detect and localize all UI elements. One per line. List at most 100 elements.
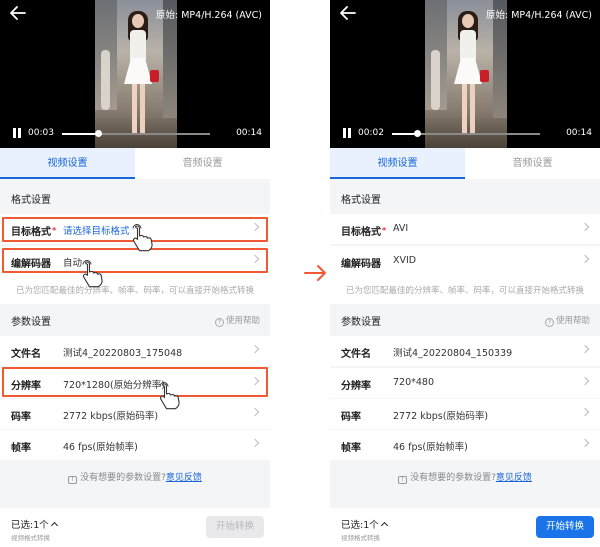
- resolution-value: 720*480: [393, 377, 435, 388]
- param-section-header: 参数设置 ? 使用帮助: [330, 304, 600, 334]
- tap-hand-icon: [132, 224, 153, 252]
- feedback-row: ! 没有想要的参数设置?意见反馈: [330, 463, 600, 493]
- video-player[interactable]: 原始: MP4/H.264 (AVC) 00:02 00:14: [330, 0, 600, 148]
- auto-match-hint: 已为您匹配最佳的分辨率、帧率、码率，可以直接开始格式转换: [0, 276, 270, 306]
- back-arrow-icon[interactable]: [340, 6, 356, 20]
- video-player[interactable]: 原始: MP4/H.264 (AVC) 00:03 00:14: [0, 0, 270, 148]
- codec-value: XVID: [393, 255, 417, 266]
- phone-after: 原始: MP4/H.264 (AVC) 00:02 00:14 视频设置 音频设…: [330, 0, 600, 547]
- row-label: 帧率: [11, 443, 31, 454]
- tap-hand-icon: [159, 382, 180, 410]
- bitrate-row[interactable]: 码率 2772 kbps(原始码率): [0, 399, 270, 429]
- target-format-row[interactable]: 目标格式* AVI: [330, 214, 600, 244]
- filename-row[interactable]: 文件名 测试4_20220804_150339: [330, 336, 600, 366]
- chevron-right-icon: [250, 438, 260, 448]
- chevron-right-icon: [580, 222, 590, 232]
- help-link[interactable]: ? 使用帮助: [544, 314, 590, 327]
- filename-value: 测试4_20220804_150339: [393, 348, 513, 359]
- chevron-right-icon: [580, 254, 590, 264]
- auto-match-hint: 已为您匹配最佳的分辨率、帧率、码率，可以直接开始格式转换: [330, 276, 600, 306]
- row-label: 文件名: [11, 349, 41, 360]
- required-mark: *: [382, 226, 387, 235]
- highlight-box: [2, 367, 268, 397]
- codec-row[interactable]: 编解码器 XVID: [330, 246, 600, 276]
- settings-tabs: 视频设置 音频设置: [330, 148, 600, 179]
- framerate-value: 46 fps(原始帧率): [63, 442, 138, 453]
- framerate-row[interactable]: 帧率 46 fps(原始帧率): [330, 430, 600, 460]
- help-link[interactable]: ? 使用帮助: [214, 314, 260, 327]
- chevron-right-icon: [250, 407, 260, 417]
- phone-before: 原始: MP4/H.264 (AVC) 00:03 00:14 视频设置 音频设…: [0, 0, 270, 547]
- total-time: 00:14: [566, 128, 592, 138]
- resolution-row[interactable]: 分辨率 720*480: [330, 368, 600, 398]
- tab-audio-settings[interactable]: 音频设置: [135, 148, 270, 179]
- section-title: 格式设置: [341, 195, 381, 206]
- selected-count[interactable]: 已选:1个: [11, 517, 58, 531]
- source-format-label: 原始: MP4/H.264 (AVC): [156, 10, 262, 21]
- feedback-row: ! 没有想要的参数设置?意见反馈: [0, 463, 270, 493]
- settings-tabs: 视频设置 音频设置: [0, 148, 270, 179]
- current-time: 00:02: [358, 128, 384, 138]
- chevron-up-icon: [50, 521, 58, 530]
- selected-subtitle: 视频格式转换: [341, 534, 380, 542]
- section-title: 参数设置: [11, 317, 51, 328]
- tab-video-settings[interactable]: 视频设置: [0, 148, 135, 179]
- chevron-right-icon: [580, 407, 590, 417]
- start-convert-button[interactable]: 开始转换: [206, 516, 264, 538]
- section-title: 参数设置: [341, 317, 381, 328]
- seek-progress: [62, 133, 98, 135]
- bottom-bar: 已选:1个 视频格式转换 开始转换: [0, 508, 270, 547]
- question-icon: ?: [214, 318, 224, 327]
- feedback-link[interactable]: 意见反馈: [496, 473, 532, 483]
- tab-audio-settings[interactable]: 音频设置: [465, 148, 600, 179]
- chevron-right-icon: [580, 344, 590, 354]
- feedback-text: 没有想要的参数设置?: [80, 473, 166, 483]
- feedback-icon: !: [68, 476, 78, 484]
- filename-row[interactable]: 文件名 测试4_20220803_175048: [0, 336, 270, 366]
- bottom-bar: 已选:1个 视频格式转换 开始转换: [330, 508, 600, 547]
- current-time: 00:03: [28, 128, 54, 138]
- feedback-text: 没有想要的参数设置?: [410, 473, 496, 483]
- row-label: 编解码器: [341, 259, 381, 270]
- tap-hand-icon: [82, 260, 103, 288]
- row-label: 目标格式*: [341, 226, 387, 238]
- framerate-row[interactable]: 帧率 46 fps(原始帧率): [0, 430, 270, 460]
- feedback-link[interactable]: 意见反馈: [166, 473, 202, 483]
- comparison-stage: 原始: MP4/H.264 (AVC) 00:03 00:14 视频设置 音频设…: [0, 0, 600, 547]
- start-convert-button[interactable]: 开始转换: [536, 516, 594, 538]
- chevron-right-icon: [580, 438, 590, 448]
- format-section-header: 格式设置: [0, 182, 270, 212]
- chevron-right-icon: [250, 344, 260, 354]
- seek-bar[interactable]: [392, 130, 540, 137]
- pause-icon[interactable]: [12, 128, 22, 138]
- format-section-header: 格式设置: [330, 182, 600, 212]
- chevron-right-icon: [580, 376, 590, 386]
- tab-video-settings[interactable]: 视频设置: [330, 148, 465, 179]
- framerate-value: 46 fps(原始帧率): [393, 442, 468, 453]
- selected-count[interactable]: 已选:1个: [341, 517, 388, 531]
- filename-value: 测试4_20220803_175048: [63, 348, 183, 359]
- row-label: 码率: [11, 412, 31, 423]
- video-frame: [425, 0, 507, 148]
- question-icon: ?: [544, 318, 554, 327]
- row-label: 分辨率: [341, 381, 371, 392]
- selected-subtitle: 视频格式转换: [11, 534, 50, 542]
- feedback-icon: !: [398, 476, 408, 484]
- back-arrow-icon[interactable]: [10, 6, 26, 20]
- chevron-up-icon: [380, 521, 388, 530]
- row-label: 帧率: [341, 443, 361, 454]
- seek-handle[interactable]: [94, 130, 102, 137]
- row-label: 文件名: [341, 349, 371, 360]
- seek-handle[interactable]: [414, 130, 422, 137]
- pause-icon[interactable]: [342, 128, 352, 138]
- source-format-label: 原始: MP4/H.264 (AVC): [486, 10, 592, 21]
- video-frame: [95, 0, 177, 148]
- bitrate-value: 2772 kbps(原始码率): [63, 411, 159, 422]
- total-time: 00:14: [236, 128, 262, 138]
- row-label: 码率: [341, 412, 361, 423]
- target-format-value: AVI: [393, 223, 409, 234]
- bitrate-value: 2772 kbps(原始码率): [393, 411, 489, 422]
- bitrate-row[interactable]: 码率 2772 kbps(原始码率): [330, 399, 600, 429]
- seek-bar[interactable]: [62, 130, 210, 137]
- section-title: 格式设置: [11, 195, 51, 206]
